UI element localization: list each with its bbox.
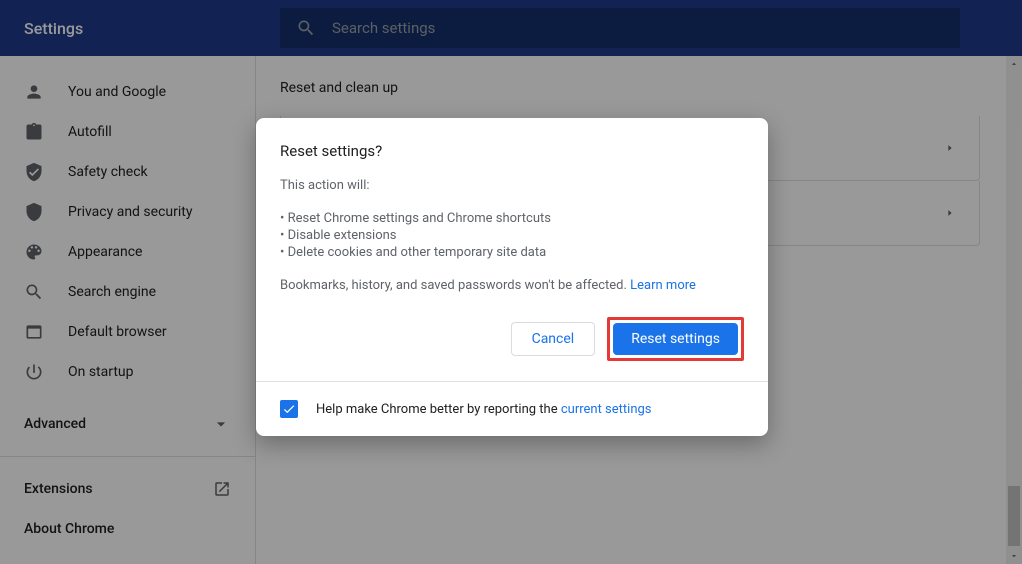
dialog-footer: Help make Chrome better by reporting the… [256,381,768,436]
highlight-box: Reset settings [607,317,744,361]
dialog-bullet: • Delete cookies and other temporary sit… [280,245,744,260]
reset-settings-button[interactable]: Reset settings [613,323,738,355]
dialog-subtitle: This action will: [280,178,744,193]
dialog-footer-text: Help make Chrome better by reporting the… [316,402,652,417]
current-settings-link[interactable]: current settings [561,402,652,417]
dialog-bullet: • Disable extensions [280,228,744,243]
dialog-bullet: • Reset Chrome settings and Chrome short… [280,211,744,226]
dialog-body: Reset settings? This action will: • Rese… [256,118,768,309]
report-checkbox[interactable] [280,400,298,418]
dialog-title: Reset settings? [280,142,744,160]
dialog-actions: Cancel Reset settings [256,309,768,381]
dialog-list: • Reset Chrome settings and Chrome short… [280,211,744,260]
reset-settings-dialog: Reset settings? This action will: • Rese… [256,118,768,436]
cancel-button[interactable]: Cancel [511,322,596,356]
check-icon [282,402,296,416]
dialog-note: Bookmarks, history, and saved passwords … [280,278,744,293]
learn-more-link[interactable]: Learn more [630,278,696,293]
